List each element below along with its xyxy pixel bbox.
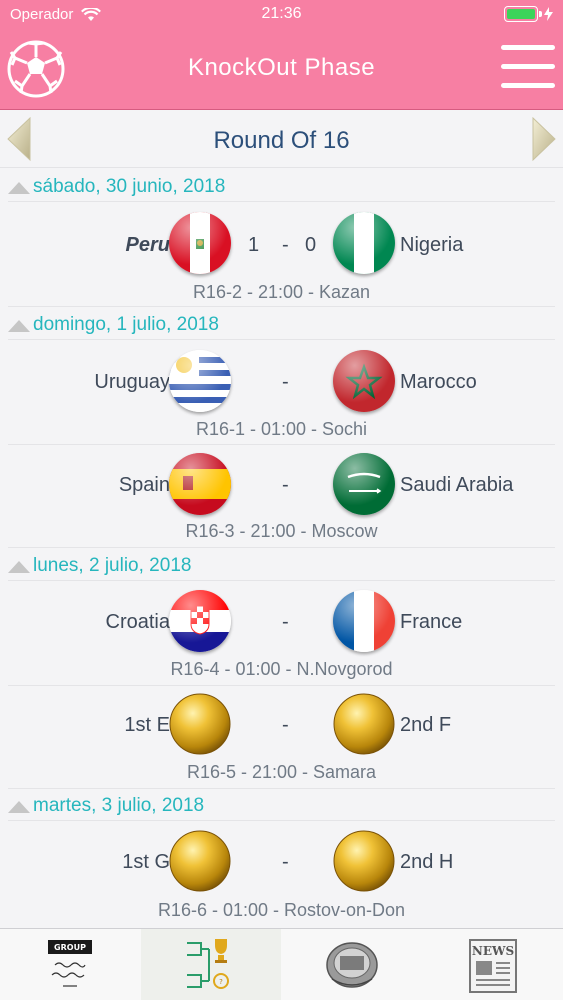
match-row[interactable]: Croatia - France R16-4 - 01:00 - N.Novgo… bbox=[8, 582, 555, 686]
newspaper-icon: NEWS bbox=[469, 939, 517, 993]
collapse-triangle-icon bbox=[8, 801, 30, 813]
away-score: 0 bbox=[305, 234, 317, 256]
france-flag-icon bbox=[333, 590, 395, 652]
match-info: R16-1 - 01:00 - Sochi bbox=[195, 419, 368, 439]
tab-news[interactable]: NEWS bbox=[423, 929, 563, 1000]
home-score: 1 bbox=[248, 234, 260, 256]
tab-knockout[interactable]: ? bbox=[141, 929, 281, 1000]
match-info: R16-5 - 21:00 - Samara bbox=[186, 762, 377, 782]
match-row[interactable]: 1st E - 2nd F R16-5 - 21:00 - Samara bbox=[8, 686, 555, 789]
home-team: 1st G bbox=[122, 851, 170, 873]
match-row[interactable]: 1st G - 2nd H R16-6 - 01:00 - Rostov-on-… bbox=[8, 822, 555, 926]
match-row[interactable]: Spain - Saudi Arabia R16-3 - 21:00 - Mos… bbox=[8, 445, 555, 548]
croatia-flag-icon bbox=[169, 590, 231, 652]
match-info: R16-2 - 21:00 - Kazan bbox=[192, 282, 371, 302]
charging-icon bbox=[544, 7, 553, 21]
gold-globe-icon bbox=[169, 830, 231, 892]
match-row[interactable]: Peru 1 - 0 Nigeria R16-2 - 21:00 - Kazan bbox=[8, 203, 555, 307]
home-team: Croatia bbox=[105, 611, 170, 633]
status-bar: Operador 21:36 bbox=[0, 0, 563, 30]
match-info: R16-3 - 21:00 - Moscow bbox=[185, 521, 378, 541]
collapse-triangle-icon bbox=[8, 320, 30, 332]
score-separator: - bbox=[282, 234, 289, 256]
hamburger-menu-icon[interactable] bbox=[501, 45, 555, 89]
gold-globe-icon bbox=[333, 830, 395, 892]
away-team: Marocco bbox=[400, 371, 477, 393]
page-title: KnockOut Phase bbox=[187, 54, 376, 81]
round-title: Round Of 16 bbox=[213, 127, 350, 154]
home-team: 1st E bbox=[124, 714, 170, 736]
bracket-trophy-icon: ? bbox=[187, 939, 229, 989]
peru-flag-icon bbox=[169, 212, 231, 274]
day-header[interactable]: lunes, 2 julio, 2018 bbox=[8, 551, 555, 581]
battery-icon bbox=[504, 6, 553, 22]
away-team: Saudi Arabia bbox=[400, 474, 514, 496]
score-separator: - bbox=[282, 474, 289, 496]
day-header[interactable]: domingo, 1 julio, 2018 bbox=[8, 310, 555, 340]
app-header: Operador 21:36 KnockOut Phase bbox=[0, 0, 563, 110]
day-header[interactable]: martes, 3 julio, 2018 bbox=[8, 791, 555, 821]
round-selector: Round Of 16 bbox=[0, 110, 563, 168]
uruguay-flag-icon bbox=[169, 350, 231, 412]
nigeria-flag-icon bbox=[333, 212, 395, 274]
spain-flag-icon bbox=[169, 453, 231, 515]
next-round-button[interactable] bbox=[531, 116, 557, 162]
match-row[interactable]: Uruguay - Marocco R16-1 - 01:00 - Sochi bbox=[8, 341, 555, 445]
tab-stadiums[interactable] bbox=[282, 929, 422, 1000]
group-board-icon: GROUP bbox=[48, 940, 92, 987]
match-info: R16-4 - 01:00 - N.Novgorod bbox=[170, 659, 393, 679]
match-info: R16-6 - 01:00 - Rostov-on-Don bbox=[157, 900, 406, 920]
svg-text:NEWS: NEWS bbox=[472, 944, 514, 958]
collapse-triangle-icon bbox=[8, 182, 30, 194]
collapse-triangle-icon bbox=[8, 561, 30, 573]
saudi-arabia-flag-icon bbox=[333, 453, 395, 515]
day-header[interactable]: sábado, 30 junio, 2018 bbox=[8, 172, 555, 202]
svg-text:GROUP: GROUP bbox=[54, 943, 86, 952]
away-team: 2nd F bbox=[400, 714, 452, 736]
away-team: Nigeria bbox=[400, 234, 464, 256]
tab-group-stage[interactable]: GROUP bbox=[0, 929, 140, 1000]
score-separator: - bbox=[282, 611, 289, 633]
gold-globe-icon bbox=[333, 693, 395, 755]
away-team: 2nd H bbox=[400, 851, 454, 873]
svg-text:?: ? bbox=[219, 978, 223, 986]
home-team: Peru bbox=[125, 234, 170, 256]
score-separator: - bbox=[282, 371, 289, 393]
score-separator: - bbox=[282, 851, 289, 873]
stadium-icon bbox=[326, 942, 378, 988]
home-team: Spain bbox=[118, 474, 170, 496]
gold-globe-icon bbox=[169, 693, 231, 755]
away-team: France bbox=[400, 611, 463, 633]
status-time: 21:36 bbox=[261, 5, 302, 22]
morocco-flag-icon bbox=[333, 350, 395, 412]
home-team: Uruguay bbox=[94, 371, 170, 393]
tab-bar: GROUP ? NEWS bbox=[0, 928, 563, 1000]
score-separator: - bbox=[282, 714, 289, 736]
